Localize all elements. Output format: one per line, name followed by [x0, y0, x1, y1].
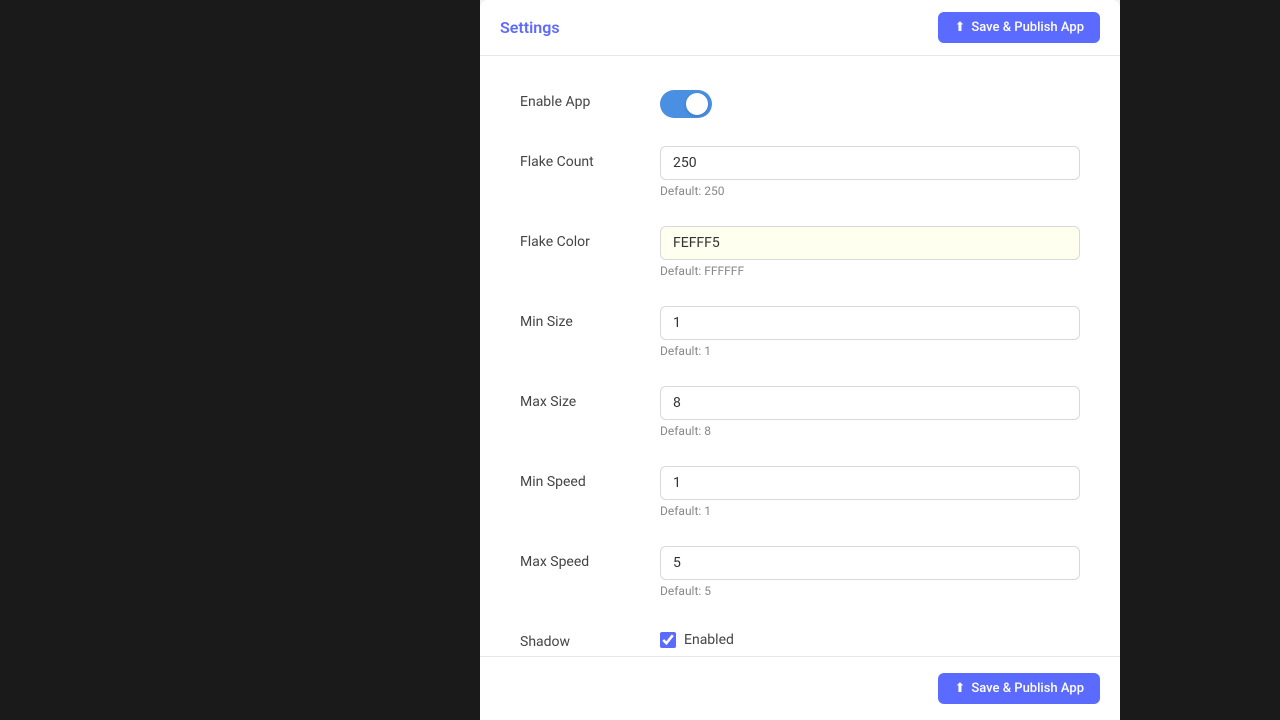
save-publish-button-top[interactable]: ⬆ Save & Publish App [938, 12, 1100, 43]
enable-app-label: Enable App [520, 86, 660, 110]
enable-app-control [660, 86, 1080, 118]
flake-count-input[interactable] [660, 146, 1080, 180]
save-icon-top: ⬆ [954, 20, 965, 35]
min-size-control: Default: 1 [660, 306, 1080, 358]
flake-count-control: Default: 250 [660, 146, 1080, 198]
settings-header: Settings ⬆ Save & Publish App [480, 0, 1120, 56]
enable-app-toggle[interactable] [660, 90, 712, 118]
max-size-label: Max Size [520, 386, 660, 410]
shadow-checkbox-label: Enabled [684, 632, 734, 648]
shadow-checkbox[interactable] [660, 632, 676, 648]
flake-color-label: Flake Color [520, 226, 660, 250]
min-size-hint: Default: 1 [660, 344, 1080, 358]
settings-content: Enable App Flake Count Default: 250 [480, 56, 1120, 708]
toggle-slider [660, 90, 712, 118]
flake-color-control: Default: FFFFFF [660, 226, 1080, 278]
flake-color-input[interactable] [660, 226, 1080, 260]
max-speed-hint: Default: 5 [660, 584, 1080, 598]
max-speed-control: Default: 5 [660, 546, 1080, 598]
save-icon-bottom: ⬆ [954, 681, 965, 696]
max-speed-label: Max Speed [520, 546, 660, 570]
flake-count-hint: Default: 250 [660, 184, 1080, 198]
max-size-control: Default: 8 [660, 386, 1080, 438]
min-speed-label: Min Speed [520, 466, 660, 490]
shadow-control: Enabled [660, 626, 1080, 648]
min-speed-hint: Default: 1 [660, 504, 1080, 518]
max-speed-row: Max Speed Default: 5 [520, 546, 1080, 598]
max-size-row: Max Size Default: 8 [520, 386, 1080, 438]
flake-color-hint: Default: FFFFFF [660, 264, 1080, 278]
flake-count-row: Flake Count Default: 250 [520, 146, 1080, 198]
min-size-row: Min Size Default: 1 [520, 306, 1080, 358]
min-size-label: Min Size [520, 306, 660, 330]
min-size-input[interactable] [660, 306, 1080, 340]
shadow-label: Shadow [520, 626, 660, 650]
shadow-checkbox-wrapper[interactable]: Enabled [660, 626, 1080, 648]
enable-app-row: Enable App [520, 86, 1080, 118]
max-size-hint: Default: 8 [660, 424, 1080, 438]
shadow-row: Shadow Enabled [520, 626, 1080, 650]
min-speed-control: Default: 1 [660, 466, 1080, 518]
min-speed-row: Min Speed Default: 1 [520, 466, 1080, 518]
settings-footer: ⬆ Save & Publish App [480, 656, 1120, 720]
max-size-input[interactable] [660, 386, 1080, 420]
max-speed-input[interactable] [660, 546, 1080, 580]
min-speed-input[interactable] [660, 466, 1080, 500]
toggle-wrapper [660, 86, 1080, 118]
save-publish-button-bottom[interactable]: ⬆ Save & Publish App [938, 673, 1100, 704]
page-title: Settings [500, 18, 560, 37]
flake-count-label: Flake Count [520, 146, 660, 170]
flake-color-row: Flake Color Default: FFFFFF [520, 226, 1080, 278]
